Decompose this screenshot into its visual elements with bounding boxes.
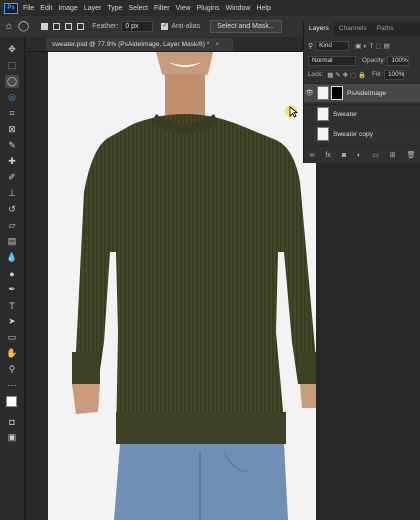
- photoshop-logo[interactable]: Ps: [4, 2, 18, 14]
- quick-mask-icon[interactable]: ◘: [5, 415, 19, 428]
- cursor-icon: [285, 105, 299, 118]
- path-selection-icon[interactable]: ➤: [5, 315, 19, 328]
- intersect-selection-icon[interactable]: [77, 23, 85, 30]
- more-tools-icon[interactable]: ⋯: [5, 379, 19, 392]
- tools-panel: ✥ ⬚ ◯ ◎ ⌗ ⊠ ✎ ✚ ✐ ⊥ ↺ ▱ ▤ 💧 ● ✒ T ➤ ▭ ✋ …: [0, 37, 25, 520]
- type-tool-icon[interactable]: T: [5, 299, 19, 312]
- hand-tool-icon[interactable]: ✋: [5, 347, 19, 360]
- filter-icons[interactable]: ▣◐T⬚▤: [355, 42, 392, 50]
- fill-label: Fill:: [372, 71, 382, 78]
- document-tab[interactable]: sweater.psd @ 77.9% (PsAideImage, Layer …: [46, 38, 234, 51]
- menu-plugins[interactable]: Plugins: [197, 5, 220, 12]
- history-brush-icon[interactable]: ↺: [5, 203, 19, 216]
- select-and-mask-button[interactable]: Select and Mask...: [210, 20, 282, 33]
- tab-channels[interactable]: Channels: [334, 22, 372, 36]
- layer-thumbnail: [317, 86, 329, 100]
- feather-label: Feather:: [92, 23, 119, 30]
- filter-kind-select[interactable]: Kind: [315, 40, 350, 51]
- layer-thumbnail: [317, 127, 329, 141]
- layer-name: PsAideImage: [347, 89, 387, 97]
- link-layers-icon[interactable]: ∞: [309, 152, 314, 159]
- lasso-tool-icon[interactable]: ◯: [5, 75, 19, 88]
- healing-brush-icon[interactable]: ✚: [5, 155, 19, 168]
- feather-input[interactable]: 0 px: [121, 21, 154, 32]
- eyedropper-icon[interactable]: ✎: [5, 139, 19, 152]
- layer-name: Sweater: [333, 110, 358, 118]
- lock-icons[interactable]: ▦✎✥⬚🔒: [327, 71, 368, 79]
- zoom-tool-icon[interactable]: ⚲: [5, 363, 19, 376]
- lasso-tool-icon[interactable]: ◯: [18, 21, 29, 32]
- close-tab-icon[interactable]: ×: [215, 41, 219, 48]
- document-title: sweater.psd @ 77.9% (PsAideImage, Layer …: [52, 41, 210, 48]
- layers-panel: Layers Channels Paths ⚲ Kind ▣◐T⬚▤ Norma…: [303, 22, 420, 163]
- menu-filter[interactable]: Filter: [154, 5, 170, 12]
- menu-select[interactable]: Select: [129, 5, 148, 12]
- fill-input[interactable]: 100%: [383, 69, 404, 80]
- rectangle-tool-icon[interactable]: ▭: [5, 331, 19, 344]
- lock-row: Lock: ▦✎✥⬚🔒 Fill: 100%: [304, 68, 420, 81]
- home-icon[interactable]: ⌂: [6, 21, 12, 32]
- layer-row-sweater[interactable]: Sweater: [304, 104, 420, 123]
- opacity-input[interactable]: 100%: [387, 55, 410, 66]
- new-layer-icon[interactable]: ⊞: [390, 151, 396, 159]
- pen-tool-icon[interactable]: ✒: [5, 283, 19, 296]
- foreground-color-swatch[interactable]: [6, 396, 17, 407]
- adjustment-layer-icon[interactable]: ◐: [357, 152, 361, 159]
- panel-tabs: Layers Channels Paths: [304, 22, 420, 36]
- layer-name: Sweater copy: [333, 130, 373, 138]
- brush-tool-icon[interactable]: ✐: [5, 171, 19, 184]
- crop-tool-icon[interactable]: ⌗: [5, 107, 19, 120]
- menu-help[interactable]: Help: [256, 5, 270, 12]
- opacity-label: Opacity:: [362, 57, 386, 64]
- blur-tool-icon[interactable]: 💧: [5, 251, 19, 264]
- move-tool-icon[interactable]: ✥: [5, 43, 19, 56]
- add-mask-icon[interactable]: ◙: [342, 152, 346, 159]
- marquee-tool-icon[interactable]: ⬚: [5, 59, 19, 72]
- menu-view[interactable]: View: [176, 5, 191, 12]
- layers-footer: ∞ fx ◙ ◐ ▭ ⊞ 🗑: [304, 145, 420, 164]
- menu-window[interactable]: Window: [226, 5, 251, 12]
- screen-mode-icon[interactable]: ▣: [5, 431, 19, 444]
- fx-icon[interactable]: fx: [325, 152, 330, 159]
- canvas-image[interactable]: [48, 52, 316, 520]
- layer-filter-row: ⚲ Kind ▣◐T⬚▤: [304, 39, 420, 52]
- eraser-tool-icon[interactable]: ▱: [5, 219, 19, 232]
- tab-layers[interactable]: Layers: [304, 22, 334, 36]
- menu-edit[interactable]: Edit: [40, 5, 52, 12]
- menu-type[interactable]: Type: [107, 5, 122, 12]
- layer-thumbnail: [317, 107, 329, 121]
- add-selection-icon[interactable]: [53, 23, 61, 30]
- antialias-checkbox[interactable]: ✓: [161, 23, 169, 30]
- dodge-tool-icon[interactable]: ●: [5, 267, 19, 280]
- antialias-label: Anti-alias: [171, 23, 201, 30]
- eye-icon[interactable]: 👁: [304, 89, 315, 97]
- menu-bar: Ps File Edit Image Layer Type Select Fil…: [0, 0, 420, 16]
- frame-tool-icon[interactable]: ⊠: [5, 123, 19, 136]
- subtract-selection-icon[interactable]: [65, 23, 73, 30]
- tab-paths[interactable]: Paths: [372, 22, 399, 36]
- object-selection-icon[interactable]: ◎: [5, 91, 19, 104]
- gradient-tool-icon[interactable]: ▤: [5, 235, 19, 248]
- lock-label: Lock:: [308, 71, 324, 78]
- layer-row-sweater-copy[interactable]: Sweater copy: [304, 124, 420, 143]
- blend-mode-select[interactable]: Normal: [308, 55, 356, 66]
- layer-mask-thumbnail[interactable]: [331, 86, 343, 100]
- new-group-icon[interactable]: ▭: [372, 151, 379, 159]
- new-selection-icon[interactable]: [41, 23, 49, 30]
- delete-layer-icon[interactable]: 🗑: [407, 151, 416, 159]
- clone-stamp-icon[interactable]: ⊥: [5, 187, 19, 200]
- menu-file[interactable]: File: [23, 5, 34, 12]
- blend-row: Normal Opacity: 100%: [304, 54, 420, 67]
- menu-layer[interactable]: Layer: [84, 5, 102, 12]
- sweater-model-image: [72, 52, 316, 520]
- layer-row-psaideimage[interactable]: 👁 PsAideImage: [304, 83, 420, 102]
- menu-image[interactable]: Image: [58, 5, 77, 12]
- search-icon: ⚲: [308, 42, 314, 50]
